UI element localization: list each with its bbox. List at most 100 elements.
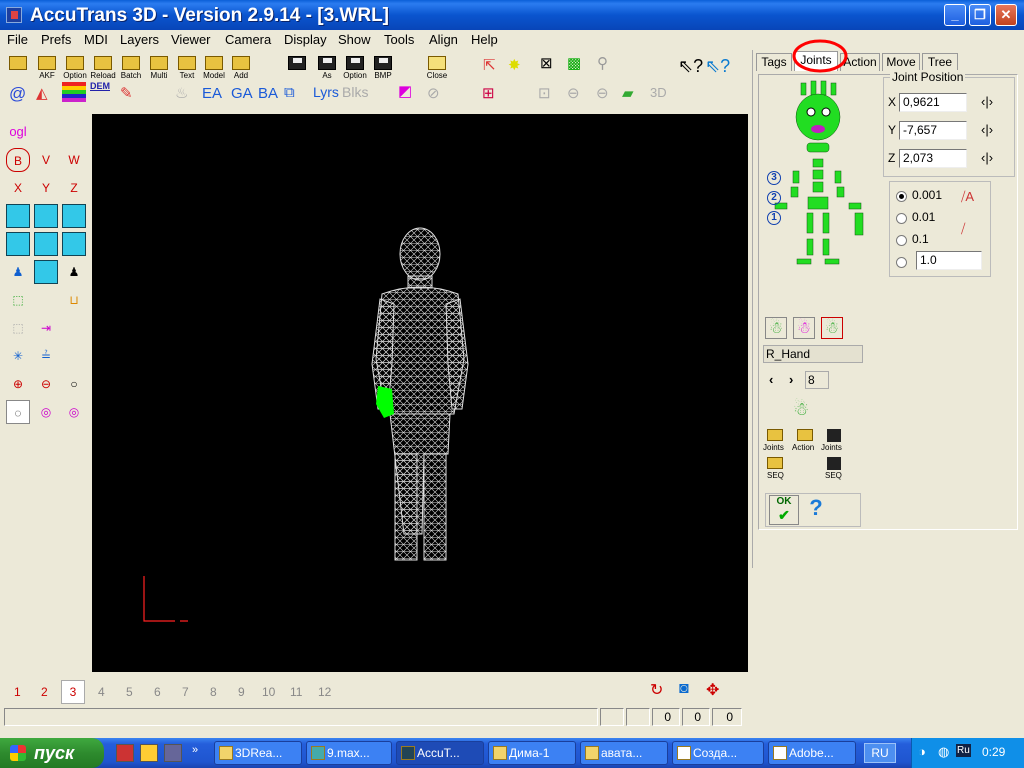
center-c-icon[interactable]: ◙ xyxy=(679,680,689,698)
tab-move[interactable]: Move xyxy=(882,53,920,71)
precision-radio-custom[interactable] xyxy=(896,257,907,268)
y-nudge-arrows[interactable]: ‹|› xyxy=(981,122,993,137)
3d-viewport[interactable] xyxy=(92,114,748,672)
z-nudge-arrows[interactable]: ‹|› xyxy=(981,150,993,165)
task-9max[interactable]: 9.max... xyxy=(306,741,392,765)
rotate-b-button[interactable]: B xyxy=(6,148,30,172)
figure-pink-button[interactable]: ☃ xyxy=(793,317,815,339)
task-avatar[interactable]: авата... xyxy=(580,741,668,765)
rotate-v-button[interactable]: V xyxy=(34,148,58,172)
menu-camera[interactable]: Camera xyxy=(225,32,271,47)
zoom-in-icon[interactable]: ⊕ xyxy=(6,372,30,396)
page-12[interactable]: 12 xyxy=(318,685,331,699)
help-button[interactable]: ? xyxy=(801,495,831,525)
cube-view-icon-7[interactable] xyxy=(34,260,58,284)
ok-button[interactable]: OK ✔ xyxy=(769,495,799,525)
open-button[interactable] xyxy=(5,54,31,80)
snap-icon[interactable]: ⧸ xyxy=(961,221,965,237)
add-button[interactable]: Add xyxy=(228,54,254,80)
start-button[interactable]: пуск xyxy=(0,738,104,768)
page-7[interactable]: 7 xyxy=(182,685,189,699)
menu-viewer[interactable]: Viewer xyxy=(171,32,211,47)
prev-joint-button[interactable]: ‹ xyxy=(769,372,773,387)
tab-tree[interactable]: Tree xyxy=(922,53,958,71)
quicklaunch-icon-3[interactable] xyxy=(164,744,182,762)
axis-x-icon[interactable]: ✳ xyxy=(6,344,30,368)
bracket-tool-icon[interactable]: ⊔ xyxy=(62,288,86,312)
center-icon[interactable]: ✸ xyxy=(508,56,521,74)
zoom-out-icon[interactable]: ⊖ xyxy=(34,372,58,396)
color-squares-icon[interactable]: ▩ xyxy=(567,54,581,72)
zoom-icon[interactable]: ○ xyxy=(62,372,86,396)
level-1-button[interactable]: 1 xyxy=(767,211,781,225)
rotate-c-icon[interactable]: ↻ xyxy=(650,680,663,700)
level-2-button[interactable]: 2 xyxy=(767,191,781,205)
precision-custom-input[interactable]: 1.0 xyxy=(916,251,982,270)
ea-button[interactable]: EA xyxy=(202,85,222,102)
save-joints-icon[interactable] xyxy=(827,429,841,442)
page-6[interactable]: 6 xyxy=(154,685,161,699)
cube-view-icon-3[interactable] xyxy=(62,204,86,228)
rotate-z-button[interactable]: Z xyxy=(62,176,86,200)
page-10[interactable]: 10 xyxy=(262,685,275,699)
ogl-label[interactable]: ogl xyxy=(6,120,30,144)
save-seq-icon[interactable] xyxy=(827,457,841,470)
green-blocks-icon[interactable]: ▰ xyxy=(622,84,634,102)
z-input[interactable]: 2,073 xyxy=(899,149,967,168)
precision-radio-001[interactable] xyxy=(896,191,907,202)
figure-green-button[interactable]: ☃ xyxy=(765,317,787,339)
rotate-y-button[interactable]: Y xyxy=(34,176,58,200)
y-input[interactable]: -7,657 xyxy=(899,121,967,140)
level-3-button[interactable]: 3 xyxy=(767,171,781,185)
language-indicator[interactable]: RU xyxy=(864,743,896,763)
menu-align[interactable]: Align xyxy=(429,32,458,47)
whats-this-icon[interactable]: ⇖? xyxy=(678,56,703,77)
close-button[interactable]: ✕ xyxy=(995,4,1017,26)
x-input[interactable]: 0,9621 xyxy=(899,93,967,112)
menu-file[interactable]: File xyxy=(7,32,28,47)
open-action-icon[interactable] xyxy=(797,429,813,441)
cube-view-icon-2[interactable] xyxy=(34,204,58,228)
menu-mdi[interactable]: MDI xyxy=(84,32,108,47)
save-as-button[interactable]: As xyxy=(314,54,340,80)
menu-layers[interactable]: Layers xyxy=(120,32,159,47)
volume-icon[interactable]: ◑ xyxy=(918,744,926,759)
layers-button[interactable]: Lyrs xyxy=(313,84,339,100)
scale-arrows-icon[interactable]: ⇱ xyxy=(483,56,496,74)
keyboard-icon[interactable]: Ru xyxy=(956,744,971,757)
at-button[interactable]: @ xyxy=(9,84,26,104)
menu-help[interactable]: Help xyxy=(471,32,498,47)
figure-red-button[interactable]: ☃ xyxy=(821,317,843,339)
color-stripes-icon[interactable] xyxy=(62,82,86,102)
page-4[interactable]: 4 xyxy=(98,685,105,699)
menu-display[interactable]: Display xyxy=(284,32,327,47)
dem-button[interactable]: DEM xyxy=(90,81,110,91)
network-icon[interactable]: ◍ xyxy=(938,744,949,760)
quicklaunch-icon-2[interactable] xyxy=(140,744,158,762)
ga-button[interactable]: GA xyxy=(231,85,253,102)
open-joints-icon[interactable] xyxy=(767,429,783,441)
maximize-button[interactable]: ❐ xyxy=(969,4,991,26)
figure-cube-icon[interactable]: ♟ xyxy=(6,260,30,284)
task-3dreader[interactable]: 3DRea... xyxy=(214,741,302,765)
animate-figure-icon[interactable]: ☃ xyxy=(793,399,809,420)
tab-tags[interactable]: Tags xyxy=(756,53,792,71)
joint-name-field[interactable]: R_Hand xyxy=(763,345,863,363)
menu-show[interactable]: Show xyxy=(338,32,371,47)
task-adobe[interactable]: Adobe... xyxy=(768,741,856,765)
joint-index-field[interactable]: 8 xyxy=(805,371,829,389)
cubes-icon[interactable]: ⧉ xyxy=(284,84,295,101)
x-nudge-arrows[interactable]: ‹|› xyxy=(981,94,993,109)
close-file-button[interactable]: Close xyxy=(424,54,450,80)
rotate-x-button[interactable]: X xyxy=(6,176,30,200)
next-joint-button[interactable]: › xyxy=(789,372,793,387)
move-c-icon[interactable]: ✥ xyxy=(706,680,719,700)
corner-colors-icon[interactable]: ◩ xyxy=(398,82,412,100)
save-option-button[interactable]: Option xyxy=(342,54,368,80)
batch-button[interactable]: Batch xyxy=(118,54,144,80)
page-9[interactable]: 9 xyxy=(238,685,245,699)
page-11[interactable]: 11 xyxy=(290,685,302,699)
zoom-extents-icon[interactable]: ◎ xyxy=(34,400,58,424)
task-accutrans[interactable]: AccuT... xyxy=(396,741,484,765)
save-button[interactable] xyxy=(284,54,310,80)
